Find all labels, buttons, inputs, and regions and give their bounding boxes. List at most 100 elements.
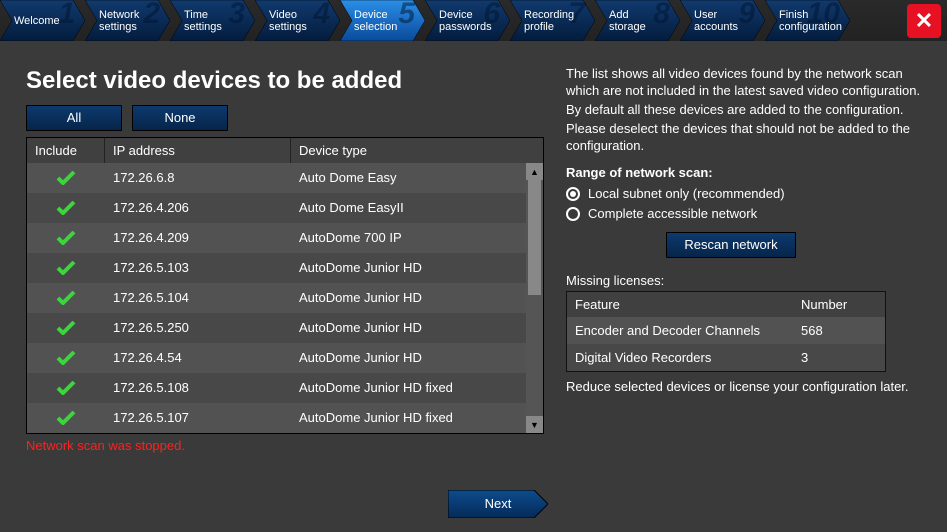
radio-icon <box>566 187 580 201</box>
next-label: Next <box>448 490 548 518</box>
lic-feature: Encoder and Decoder Channels <box>567 317 793 344</box>
close-button[interactable]: ✕ <box>907 4 941 38</box>
include-checkbox[interactable] <box>27 343 105 373</box>
include-checkbox[interactable] <box>27 193 105 223</box>
ip-cell: 172.26.5.108 <box>105 373 291 403</box>
table-row[interactable]: 172.26.4.209AutoDome 700 IP <box>27 223 543 253</box>
step-time-settings[interactable]: 3Time settings <box>170 0 255 41</box>
step-add-storage[interactable]: 8Add storage <box>595 0 680 41</box>
step-label: Network settings <box>85 9 155 33</box>
include-checkbox[interactable] <box>27 313 105 343</box>
scroll-down-icon[interactable]: ▼ <box>526 416 543 433</box>
left-pane: Select video devices to be added All Non… <box>0 41 548 532</box>
step-welcome[interactable]: 1Welcome <box>0 0 85 41</box>
ip-cell: 172.26.5.250 <box>105 313 291 343</box>
lic-number: 568 <box>793 317 885 344</box>
include-checkbox[interactable] <box>27 403 105 433</box>
ip-cell: 172.26.5.107 <box>105 403 291 433</box>
scroll-thumb[interactable] <box>528 180 541 295</box>
type-cell: AutoDome Junior HD fixed <box>291 403 543 433</box>
table-row[interactable]: 172.26.5.250AutoDome Junior HD <box>27 313 543 343</box>
table-body: 172.26.6.8Auto Dome Easy172.26.4.206Auto… <box>27 163 543 433</box>
body: Select video devices to be added All Non… <box>0 41 947 532</box>
lic-feature: Digital Video Recorders <box>567 344 793 371</box>
radio-label: Complete accessible network <box>588 205 757 222</box>
table-row[interactable]: 172.26.5.103AutoDome Junior HD <box>27 253 543 283</box>
step-label: Add storage <box>595 9 665 33</box>
wizard-window: 1Welcome2Network settings3Time settings4… <box>0 0 947 532</box>
table-row[interactable]: 172.26.4.54AutoDome Junior HD <box>27 343 543 373</box>
status-text: Network scan was stopped. <box>26 438 548 453</box>
col-ip[interactable]: IP address <box>105 138 291 163</box>
table-row[interactable]: 172.26.4.206Auto Dome EasyII <box>27 193 543 223</box>
scroll-up-icon[interactable]: ▲ <box>526 163 543 180</box>
type-cell: AutoDome Junior HD fixed <box>291 373 543 403</box>
radio-local-subnet[interactable]: Local subnet only (recommended) <box>566 185 925 202</box>
step-device-passwords[interactable]: 6Device passwords <box>425 0 510 41</box>
step-label: Device selection <box>340 9 410 33</box>
step-label: Time settings <box>170 9 240 33</box>
step-label: User accounts <box>680 9 750 33</box>
licenses-table: Feature Number Encoder and Decoder Chann… <box>566 291 886 372</box>
help-text-2: By default all these devices are added t… <box>566 101 925 118</box>
type-cell: AutoDome Junior HD <box>291 283 543 313</box>
type-cell: AutoDome Junior HD <box>291 343 543 373</box>
right-pane: The list shows all video devices found b… <box>548 41 947 532</box>
next-wrap: Next <box>448 490 548 518</box>
include-checkbox[interactable] <box>27 223 105 253</box>
step-label: Device passwords <box>425 9 495 33</box>
step-network-settings[interactable]: 2Network settings <box>85 0 170 41</box>
select-none-button[interactable]: None <box>132 105 228 131</box>
licenses-heading: Missing licenses: <box>566 272 925 289</box>
radio-icon <box>566 207 580 221</box>
next-button[interactable]: Next <box>448 490 548 518</box>
include-checkbox[interactable] <box>27 253 105 283</box>
step-finish-configuration[interactable]: 10Finish configuration <box>765 0 850 41</box>
type-cell: AutoDome 700 IP <box>291 223 543 253</box>
ip-cell: 172.26.5.104 <box>105 283 291 313</box>
step-bar: 1Welcome2Network settings3Time settings4… <box>0 0 947 41</box>
table-row[interactable]: 172.26.5.104AutoDome Junior HD <box>27 283 543 313</box>
table-row[interactable]: 172.26.6.8Auto Dome Easy <box>27 163 543 193</box>
radio-complete-network[interactable]: Complete accessible network <box>566 205 925 222</box>
licenses-note: Reduce selected devices or license your … <box>566 378 925 395</box>
include-checkbox[interactable] <box>27 163 105 193</box>
ip-cell: 172.26.5.103 <box>105 253 291 283</box>
step-device-selection[interactable]: 5Device selection <box>340 0 425 41</box>
select-buttons: All None <box>26 105 548 131</box>
help-text-3: Please deselect the devices that should … <box>566 120 925 154</box>
col-type[interactable]: Device type <box>291 138 543 163</box>
help-text-1: The list shows all video devices found b… <box>566 65 925 99</box>
table-row[interactable]: 172.26.5.107AutoDome Junior HD fixed <box>27 403 543 433</box>
col-include[interactable]: Include <box>27 138 105 163</box>
step-user-accounts[interactable]: 9User accounts <box>680 0 765 41</box>
type-cell: AutoDome Junior HD <box>291 253 543 283</box>
type-cell: Auto Dome Easy <box>291 163 543 193</box>
step-recording-profile[interactable]: 7Recording profile <box>510 0 595 41</box>
include-checkbox[interactable] <box>27 373 105 403</box>
step-label: Welcome <box>0 15 70 27</box>
include-checkbox[interactable] <box>27 283 105 313</box>
ip-cell: 172.26.4.54 <box>105 343 291 373</box>
lic-col-number: Number <box>793 292 885 317</box>
table-header: Include IP address Device type <box>27 138 543 163</box>
radio-label: Local subnet only (recommended) <box>588 185 785 202</box>
ip-cell: 172.26.4.209 <box>105 223 291 253</box>
lic-row: Digital Video Recorders3 <box>567 344 885 371</box>
page-title: Select video devices to be added <box>26 67 548 95</box>
table-row[interactable]: 172.26.5.108AutoDome Junior HD fixed <box>27 373 543 403</box>
ip-cell: 172.26.4.206 <box>105 193 291 223</box>
type-cell: AutoDome Junior HD <box>291 313 543 343</box>
step-label: Finish configuration <box>765 9 835 33</box>
step-label: Video settings <box>255 9 325 33</box>
lic-col-feature: Feature <box>567 292 793 317</box>
select-all-button[interactable]: All <box>26 105 122 131</box>
lic-number: 3 <box>793 344 885 371</box>
step-video-settings[interactable]: 4Video settings <box>255 0 340 41</box>
lic-row: Encoder and Decoder Channels568 <box>567 317 885 344</box>
scrollbar[interactable]: ▲ ▼ <box>526 163 543 433</box>
lic-header-row: Feature Number <box>567 292 885 317</box>
device-table: Include IP address Device type 172.26.6.… <box>26 137 544 434</box>
scan-range-heading: Range of network scan: <box>566 164 925 181</box>
rescan-button[interactable]: Rescan network <box>666 232 796 258</box>
